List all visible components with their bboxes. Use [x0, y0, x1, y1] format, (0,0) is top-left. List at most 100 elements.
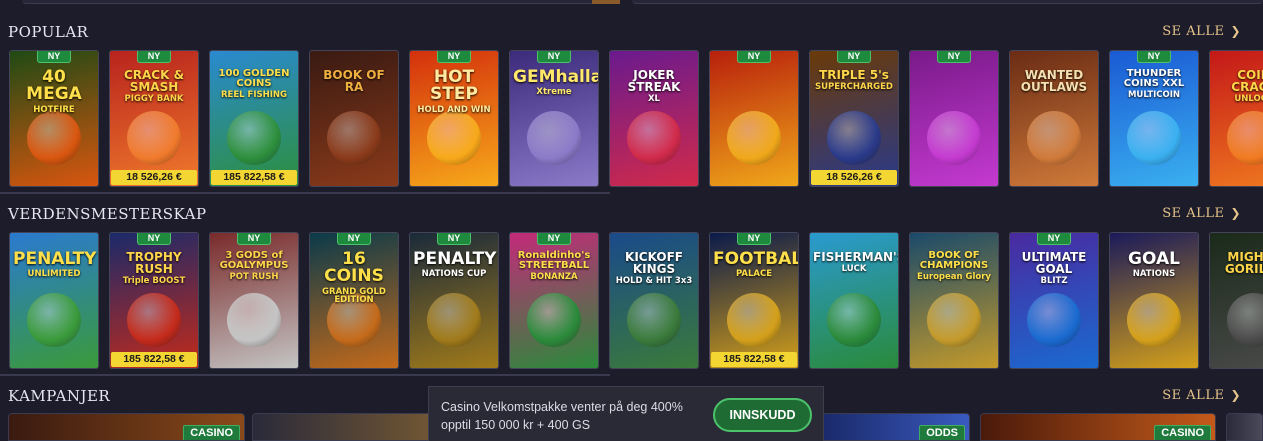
promotion-card[interactable]: CASINO: [8, 413, 245, 441]
game-name: CRACK & SMASH: [123, 68, 185, 95]
chevron-right-icon: ❯: [1230, 24, 1241, 38]
game-character-art: [1127, 111, 1181, 165]
new-badge: NY: [737, 51, 771, 63]
game-title: COIN CRACKUNLOCK: [1213, 69, 1263, 104]
game-tile[interactable]: TROPHY RUSH Triple BOOST NY 185 822,58 €: [109, 232, 199, 369]
game-row-world-cup: PENALTY UNLIMITED TROPHY RUSH Triple BOOST N…: [9, 232, 1263, 372]
new-badge: NY: [437, 51, 471, 63]
game-tile[interactable]: THUNDER COINS XXL MULTICOIN NY: [1109, 50, 1199, 187]
game-subtitle: HOLD & HIT 3x3: [615, 276, 693, 287]
game-tile[interactable]: Ronaldinho's STREETBALL BONANZA NY: [509, 232, 599, 369]
game-title: 100 GOLDEN COINS REEL FISHING: [213, 68, 295, 100]
game-character-art: [227, 293, 281, 347]
game-subtitle: BONANZA: [530, 272, 578, 283]
game-name: THUNDER COINS XXL: [1123, 68, 1185, 90]
game-tile[interactable]: PENALTY NATIONS CUP NY: [409, 232, 499, 369]
jackpot-amount: 18 526,26 €: [111, 170, 197, 185]
game-title: ULTIMATE GOAL BLITZ: [1013, 251, 1095, 286]
game-tile[interactable]: ULTIMATE GOAL BLITZ NY: [1009, 232, 1099, 369]
game-name: GEMhalla: [513, 67, 599, 87]
banner-card-left[interactable]: [22, 0, 620, 4]
promotion-category-badge: CASINO: [183, 425, 240, 440]
game-tile[interactable]: WANTED OUTLAWS: [1009, 50, 1099, 187]
game-tile[interactable]: 40 MEGA HOTFIRE NY: [9, 50, 99, 187]
see-all-promotions-link[interactable]: SE ALLE ❯: [1162, 388, 1241, 403]
game-subtitle: UNLIMITED: [27, 269, 81, 280]
game-title: FOOTBALLPALACE: [713, 249, 798, 279]
game-title: FISHERMAN'S LUCK: [813, 250, 899, 274]
game-name: 100 GOLDEN COINS: [218, 68, 290, 90]
game-name: 3 GODS of GOALYMPUS: [219, 250, 289, 272]
game-tile[interactable]: CRACK & SMASH PIGGY BANK NY 18 526,26 €: [109, 50, 199, 187]
game-tile[interactable]: GOAL NATIONS: [1109, 232, 1199, 369]
game-character-art: [127, 111, 181, 165]
game-name: FISHERMAN'S: [813, 250, 899, 264]
game-tile[interactable]: NY: [709, 50, 799, 187]
new-badge: NY: [737, 233, 771, 245]
game-subtitle: POT RUSH: [229, 272, 279, 283]
game-name: GOAL: [1128, 249, 1180, 269]
game-character-art: [727, 111, 781, 165]
game-tile[interactable]: MIGHTY GORILLA: [1209, 232, 1263, 369]
game-tile[interactable]: 3 GODS of GOALYMPUS POT RUSH NY: [209, 232, 299, 369]
game-tile[interactable]: BOOK OF RA: [309, 50, 399, 187]
game-tile[interactable]: JOKER STREAK XL: [609, 50, 699, 187]
game-title: TROPHY RUSH Triple BOOST: [113, 251, 195, 286]
chevron-right-icon: ❯: [1230, 388, 1241, 402]
deposit-button[interactable]: INNSKUDD: [713, 398, 812, 432]
game-subtitle: European Glory: [917, 272, 991, 283]
jackpot-amount: 185 822,58 €: [711, 352, 797, 367]
game-tile[interactable]: 100 GOLDEN COINS REEL FISHING 185 822,58 €: [209, 50, 299, 187]
game-subtitle: HOLD AND WIN: [417, 104, 491, 115]
game-character-art: [1127, 293, 1181, 347]
game-tile[interactable]: 16 COINS GRAND GOLD EDITION NY: [309, 232, 399, 369]
game-title: WANTED OUTLAWS: [1013, 69, 1095, 95]
section-title-promotions: KAMPANJER: [8, 387, 111, 405]
welcome-offer-toast: Casino Velkomstpakke venter på deg 400% …: [428, 386, 824, 441]
game-subtitle: BLITZ: [1040, 276, 1068, 287]
banner-thumbnail: [592, 0, 620, 4]
game-tile[interactable]: GEMhalla Xtreme NY: [509, 50, 599, 187]
game-title: BOOK OF RA: [313, 69, 395, 95]
section-title-popular: POPULAR: [8, 23, 89, 41]
game-character-art: [627, 293, 681, 347]
game-subtitle: MULTICOIN: [1127, 90, 1181, 101]
new-badge: NY: [937, 51, 971, 63]
game-tile[interactable]: BOOK OF CHAMPIONS European Glory: [909, 232, 999, 369]
see-all-popular-link[interactable]: SE ALLE ❯: [1162, 24, 1241, 39]
promotion-card[interactable]: ODDS: [822, 413, 970, 441]
promotion-card[interactable]: CASINO: [980, 413, 1216, 441]
game-character-art: [627, 111, 681, 165]
see-all-label: SE ALLE: [1162, 206, 1225, 221]
game-tile[interactable]: HOT STEP HOLD AND WIN NY: [409, 50, 499, 187]
game-title: [913, 69, 995, 71]
game-subtitle: Xtreme: [536, 87, 572, 98]
game-character-art: [527, 111, 581, 165]
jackpot-amount: 185 822,58 €: [211, 170, 297, 185]
promotion-card[interactable]: [1226, 413, 1263, 441]
game-tile[interactable]: FOOTBALLPALACE NY 185 822,58 €: [709, 232, 799, 369]
game-tile[interactable]: KICKOFF KINGS HOLD & HIT 3x3: [609, 232, 699, 369]
game-character-art: [1027, 111, 1081, 165]
game-name: WANTED OUTLAWS: [1020, 68, 1088, 95]
banner-card-right[interactable]: [632, 0, 1263, 4]
new-badge: NY: [1137, 51, 1171, 63]
game-tile[interactable]: FISHERMAN'S LUCK: [809, 232, 899, 369]
game-tile[interactable]: COIN CRACKUNLOCK: [1209, 50, 1263, 187]
new-badge: NY: [1037, 233, 1071, 245]
game-subtitle: UNLOCK: [1234, 94, 1263, 105]
game-tile[interactable]: NY: [909, 50, 999, 187]
game-tile[interactable]: TRIPLE 5's SUPERCHARGED NY 18 526,26 €: [809, 50, 899, 187]
game-character-art: [527, 293, 581, 347]
game-title: Ronaldinho's STREETBALL BONANZA: [513, 250, 595, 283]
game-character-art: [227, 111, 281, 165]
game-tile[interactable]: PENALTY UNLIMITED: [9, 232, 99, 369]
game-title: THUNDER COINS XXL MULTICOIN: [1113, 68, 1195, 101]
game-name: FOOTBALL: [713, 249, 798, 269]
game-character-art: [927, 111, 981, 165]
see-all-world-cup-link[interactable]: SE ALLE ❯: [1162, 206, 1241, 221]
jackpot-amount: 185 822,58 €: [111, 352, 197, 367]
game-title: 3 GODS of GOALYMPUS POT RUSH: [213, 250, 295, 283]
game-character-art: [27, 111, 81, 165]
game-title: TRIPLE 5's SUPERCHARGED: [813, 69, 895, 92]
